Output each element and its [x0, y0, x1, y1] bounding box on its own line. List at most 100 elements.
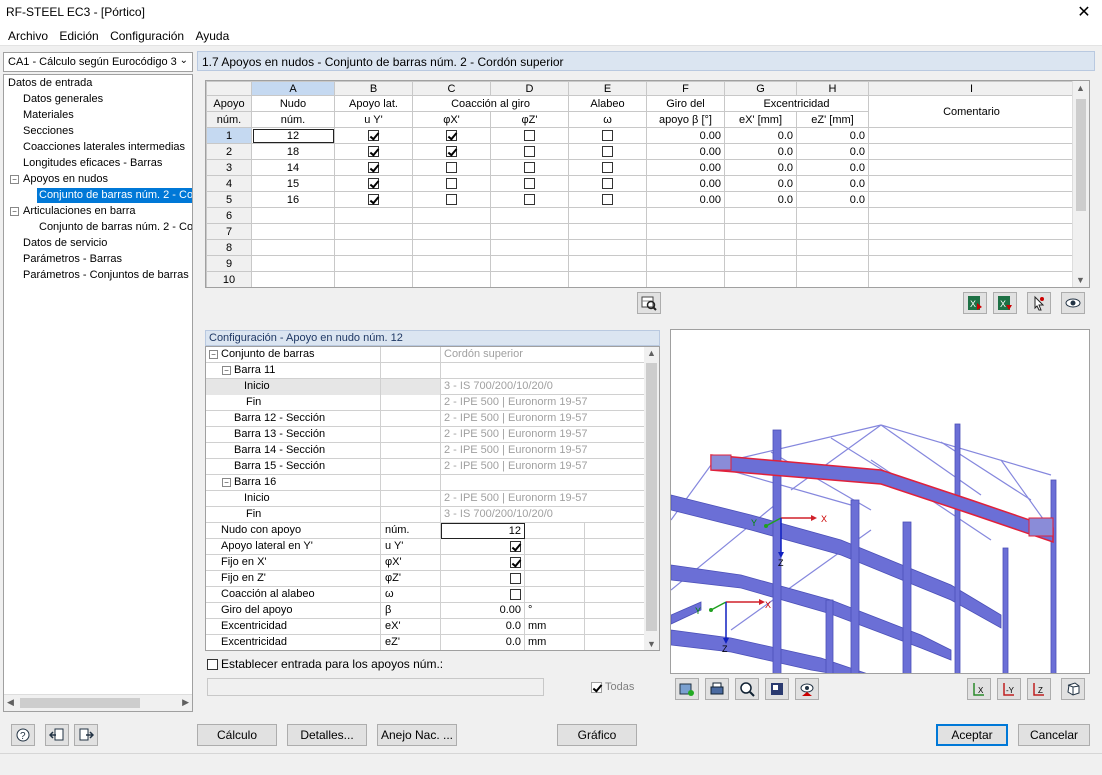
ez-cell[interactable] — [796, 239, 869, 256]
config-row[interactable]: Barra 14 - Sección 2 - IPE 500 | Euronor… — [206, 443, 646, 459]
scroll-up-icon[interactable]: ▲ — [647, 348, 656, 358]
comment-cell[interactable] — [868, 223, 1075, 240]
import-button[interactable] — [45, 724, 69, 746]
prop-value-input[interactable]: 12 — [441, 523, 525, 539]
collapse-icon[interactable]: − — [10, 207, 19, 216]
grafico-button[interactable]: Gráfico — [557, 724, 637, 746]
beta-cell[interactable] — [646, 207, 725, 224]
anejo-button[interactable]: Anejo Nac. ... — [377, 724, 457, 746]
row-number[interactable]: 7 — [206, 223, 252, 240]
phix-cell[interactable] — [412, 239, 491, 256]
phix-cell[interactable] — [412, 175, 491, 192]
structure-viewport[interactable]: X Y Z X Y Z — [670, 329, 1090, 674]
comment-cell[interactable] — [868, 191, 1075, 208]
row-number[interactable]: 4 — [206, 175, 252, 192]
comment-cell[interactable] — [868, 239, 1075, 256]
ez-cell[interactable] — [796, 255, 869, 272]
ez-cell[interactable] — [796, 207, 869, 224]
uy-cell[interactable] — [334, 223, 413, 240]
ez-cell[interactable]: 0.0 — [796, 127, 869, 144]
phix-cell[interactable] — [412, 191, 491, 208]
scroll-thumb[interactable] — [1076, 99, 1086, 211]
prop-row-phiz[interactable]: Fijo en Z' φZ' — [206, 571, 646, 587]
phiz-cell[interactable] — [490, 159, 569, 176]
prop-value-input[interactable]: 0.0 — [441, 619, 525, 635]
establecer-input[interactable] — [207, 678, 544, 696]
nudo-cell[interactable] — [251, 239, 335, 256]
row-number[interactable]: 10 — [206, 271, 252, 287]
comment-cell[interactable] — [868, 127, 1075, 144]
prop-row-beta[interactable]: Giro del apoyo β 0.00 ° — [206, 603, 646, 619]
col-letter[interactable]: A — [251, 81, 335, 96]
nav-parametros-conjuntos[interactable]: Parámetros - Conjuntos de barras — [23, 268, 189, 283]
excel-import-button[interactable]: X — [993, 292, 1017, 314]
excel-export-button[interactable]: X — [963, 292, 987, 314]
phix-cell[interactable] — [412, 255, 491, 272]
phiz-cell[interactable] — [490, 239, 569, 256]
ez-cell[interactable]: 0.0 — [796, 159, 869, 176]
nudo-cell[interactable]: 12 — [251, 127, 335, 144]
uy-checkbox[interactable] — [368, 162, 379, 174]
row-number[interactable]: 8 — [206, 239, 252, 256]
omega-cell[interactable] — [568, 271, 647, 287]
beta-cell[interactable] — [646, 271, 725, 287]
omega-checkbox[interactable] — [602, 178, 613, 190]
phiz-cell[interactable] — [490, 175, 569, 192]
config-row[interactable]: Barra 15 - Sección 2 - IPE 500 | Euronor… — [206, 459, 646, 475]
omega-cell[interactable] — [568, 239, 647, 256]
config-row[interactable]: Fin 3 - IS 700/200/10/20/0 — [206, 507, 646, 523]
phix-cell[interactable] — [412, 271, 491, 287]
table-row[interactable]: 6 — [206, 207, 1075, 224]
uy-cell[interactable] — [334, 271, 413, 287]
prop-row-nudo[interactable]: Nudo con apoyo núm. 12 — [206, 523, 646, 539]
ex-cell[interactable] — [724, 255, 797, 272]
comment-cell[interactable] — [868, 271, 1075, 287]
ex-cell[interactable]: 0.0 — [724, 143, 797, 160]
close-icon[interactable]: ✕ — [1076, 2, 1092, 22]
prop-row-phix[interactable]: Fijo en X' φX' — [206, 555, 646, 571]
nudo-cell[interactable] — [251, 207, 335, 224]
menu-configuracion[interactable]: Configuración — [106, 26, 188, 43]
phix-cell[interactable] — [412, 127, 491, 144]
omega-cell[interactable] — [568, 223, 647, 240]
col-letter[interactable]: F — [646, 81, 725, 96]
nudo-cell[interactable] — [251, 223, 335, 240]
view-z-button[interactable]: Z — [1027, 678, 1051, 700]
cancelar-button[interactable]: Cancelar — [1018, 724, 1090, 746]
nav-materiales[interactable]: Materiales — [23, 108, 74, 123]
view-iso-button[interactable] — [1061, 678, 1085, 700]
prop-row-uy[interactable]: Apoyo lateral en Y' u Y' — [206, 539, 646, 555]
col-letter[interactable]: B — [334, 81, 413, 96]
omega-checkbox[interactable] — [602, 130, 613, 142]
ex-cell[interactable] — [724, 239, 797, 256]
config-row[interactable]: Fin 2 - IPE 500 | Euronorm 19-57 — [206, 395, 646, 411]
export-button[interactable] — [74, 724, 98, 746]
config-vertical-scrollbar[interactable]: ▲ ▼ — [644, 347, 659, 650]
table-row[interactable]: 1 12 0.00 0.0 0.0 — [206, 127, 1075, 144]
render-button[interactable] — [675, 678, 699, 700]
prop-row-ez[interactable]: Excentricidad eZ' 0.0 mm — [206, 635, 646, 650]
uy-cell[interactable] — [334, 127, 413, 144]
phiz-checkbox[interactable] — [524, 146, 535, 158]
col-letter[interactable]: G — [724, 81, 797, 96]
nav-articulaciones-conjunto[interactable]: Conjunto de barras núm. 2 - Cor — [39, 220, 192, 235]
ex-cell[interactable] — [724, 223, 797, 240]
phix-cell[interactable] — [412, 223, 491, 240]
ez-cell[interactable]: 0.0 — [796, 191, 869, 208]
select-node-button[interactable] — [637, 292, 661, 314]
nav-datos-servicio[interactable]: Datos de servicio — [23, 236, 107, 251]
table-row[interactable]: 5 16 0.00 0.0 0.0 — [206, 191, 1075, 208]
beta-cell[interactable] — [646, 223, 725, 240]
fijo-x-checkbox[interactable] — [510, 556, 521, 568]
omega-cell[interactable] — [568, 159, 647, 176]
todas-checkbox[interactable] — [591, 681, 602, 693]
prop-row-omega[interactable]: Coacción al alabeo ω — [206, 587, 646, 603]
uy-cell[interactable] — [334, 191, 413, 208]
case-select[interactable]: CA1 - Cálculo según Eurocódigo 3 ⌄ — [3, 52, 193, 72]
beta-cell[interactable]: 0.00 — [646, 159, 725, 176]
nudo-cell[interactable]: 14 — [251, 159, 335, 176]
nudo-cell[interactable]: 16 — [251, 191, 335, 208]
table-row[interactable]: 8 — [206, 239, 1075, 256]
beta-cell[interactable] — [646, 255, 725, 272]
uy-checkbox[interactable] — [368, 130, 379, 142]
